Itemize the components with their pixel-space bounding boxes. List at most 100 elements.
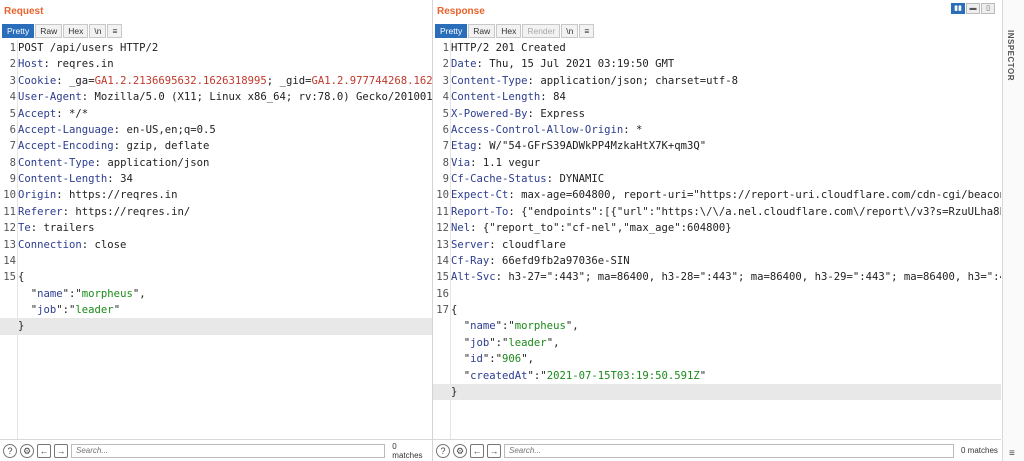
code-line: }	[0, 318, 432, 335]
code-line: 5 Accept: */*	[0, 106, 432, 122]
request-tab-2[interactable]: Hex	[63, 24, 89, 38]
line-content: Accept-Language: en-US,en;q=0.5	[18, 123, 216, 136]
header-value: https://reqres.in/	[75, 205, 191, 218]
code-line: 13 Server: cloudflare	[433, 237, 1001, 253]
line-number: 10	[3, 189, 16, 202]
line-number: 5	[9, 107, 16, 120]
request-title: Request	[4, 6, 44, 17]
code-line: 15{	[0, 269, 432, 285]
line-number: 17	[436, 304, 449, 316]
help-icon[interactable]: ?	[3, 443, 17, 458]
code-line: "name":"morpheus",	[433, 318, 1001, 334]
line-number: 2	[442, 58, 449, 71]
arrow-left-icon[interactable]: ←	[470, 443, 484, 458]
line-content: "job":"leader"	[18, 304, 121, 316]
response-tab-1[interactable]: Raw	[468, 24, 496, 38]
code-line: "job":"leader"	[0, 302, 432, 318]
line-number: 8	[442, 156, 449, 169]
line-content: }	[451, 385, 458, 398]
line-content: Content-Type: application/json; charset=…	[451, 74, 739, 87]
json-key: id	[470, 353, 483, 366]
header-value: application/json	[107, 156, 210, 169]
request-tab-3[interactable]: \n	[89, 24, 107, 38]
header-key: Accept-Language	[18, 123, 114, 136]
header-key: Server	[451, 238, 490, 251]
line-number	[433, 368, 449, 384]
header-value: 84	[553, 91, 566, 104]
code-line: 11 Referer: https://reqres.in/	[0, 204, 432, 220]
menu-icon[interactable]: ≡	[1009, 448, 1015, 459]
line-content: Accept: */*	[18, 107, 89, 120]
layout-button-1[interactable]: ▬	[966, 3, 980, 14]
code-line: 1 HTTP/2 201 Created	[433, 40, 1001, 56]
settings-icon[interactable]: ⚙	[453, 443, 467, 458]
line-content: Te: trailers	[18, 222, 95, 235]
line-number: 4	[442, 91, 449, 104]
header-key: Access-Control-Allow-Origin	[451, 123, 624, 136]
layout-button-0[interactable]: ▮▮	[951, 3, 965, 14]
json-value: leader	[508, 336, 547, 349]
line-number: 9	[442, 173, 449, 185]
code-line: 9 Content-Length: 34	[0, 171, 432, 187]
line-content: Content-Length: 84	[451, 91, 566, 104]
response-tab-4[interactable]: \n	[561, 24, 579, 38]
cookie-value: GA1.2.977744268.1626	[311, 74, 432, 87]
header-value: h3-27=":443"; ma=86400, h3-28=":443"; ma…	[508, 271, 1001, 284]
header-value: Thu, 15 Jul 2021 03:19:50 GMT	[489, 58, 675, 71]
code-line: 12 Te: trailers	[0, 220, 432, 236]
header-value: https://reqres.in	[69, 189, 178, 202]
line-content: POST /api/users HTTP/2	[18, 42, 159, 54]
request-tab-0[interactable]: Pretty	[2, 24, 35, 38]
header-key: User-Agent	[18, 91, 82, 104]
header-key: Etag	[451, 140, 477, 153]
request-search-input[interactable]	[71, 443, 386, 458]
request-toolbar: Pretty Raw Hex \n ≡	[2, 24, 123, 38]
response-tab-2[interactable]: Hex	[496, 24, 522, 38]
header-value: {"endpoints":[{"url":"https:\/\/a.nel.cl…	[521, 205, 1001, 218]
header-key: Connection	[18, 238, 82, 251]
header-key: Host	[18, 58, 44, 71]
line-content: Date: Thu, 15 Jul 2021 03:19:50 GMT	[451, 58, 675, 71]
header-key: Origin	[18, 189, 57, 202]
response-editor[interactable]: 1 HTTP/2 201 Created 2 Date: Thu, 15 Jul 20…	[433, 40, 1001, 439]
header-key: Date	[451, 58, 477, 71]
request-pane: Request Pretty Raw Hex \n ≡ 1 POST /api/users…	[0, 0, 432, 461]
response-tab-5[interactable]: ≡	[579, 24, 595, 38]
request-tab-1[interactable]: Raw	[35, 24, 63, 38]
response-footer: ? ⚙ ← → 0 matches	[433, 439, 1001, 461]
header-key: Expect-Ct	[451, 189, 509, 202]
line-content: Cookie: _ga=GA1.2.2136695632.1626318995;…	[16, 73, 432, 89]
help-icon[interactable]: ?	[436, 443, 450, 458]
line-number: 15	[3, 271, 16, 284]
line-number: 11	[3, 205, 16, 218]
header-value: trailers	[43, 222, 95, 235]
json-key: job	[470, 336, 490, 349]
line-number: 5	[442, 107, 449, 120]
request-editor[interactable]: 1 POST /api/users HTTP/2 2 Host: reqres.in 3…	[0, 40, 432, 439]
cookie-value: GA1.2.2136695632.1626318995	[94, 74, 267, 87]
line-number: 12	[3, 222, 16, 235]
line-content: User-Agent: Mozilla/5.0 (X11; Linux x86_…	[16, 89, 432, 105]
line-content: Expect-Ct: max-age=604800, report-uri="h…	[449, 187, 1001, 203]
line-content: Content-Type: application/json	[18, 156, 210, 169]
layout-button-2[interactable]: ▯	[981, 3, 995, 14]
header-value: reqres.in	[56, 58, 114, 71]
inspector-label[interactable]: INSPECTOR	[1006, 30, 1015, 81]
arrow-right-icon[interactable]: →	[487, 443, 501, 458]
response-tab-0[interactable]: Pretty	[435, 24, 468, 38]
code-line: 12 Nel: {"report_to":"cf-nel","max_age":6…	[433, 220, 1001, 236]
line-number: 1	[9, 42, 16, 54]
request-matches: 0 matches	[392, 441, 423, 460]
header-value: DYNAMIC	[559, 173, 605, 185]
response-search-input[interactable]	[504, 443, 954, 458]
line-content: Nel: {"report_to":"cf-nel","max_age":604…	[451, 222, 732, 235]
request-tab-4[interactable]: ≡	[107, 24, 123, 38]
header-key: Content-Type	[18, 156, 95, 169]
header-key: Accept-Encoding	[18, 140, 114, 153]
response-title: Response	[437, 6, 485, 17]
settings-icon[interactable]: ⚙	[20, 443, 34, 458]
arrow-left-icon[interactable]: ←	[37, 443, 51, 458]
arrow-right-icon[interactable]: →	[54, 443, 68, 458]
request-footer: ? ⚙ ← → 0 matches	[0, 439, 432, 461]
inspector-sidebar[interactable]: INSPECTOR ≡	[1002, 0, 1024, 461]
